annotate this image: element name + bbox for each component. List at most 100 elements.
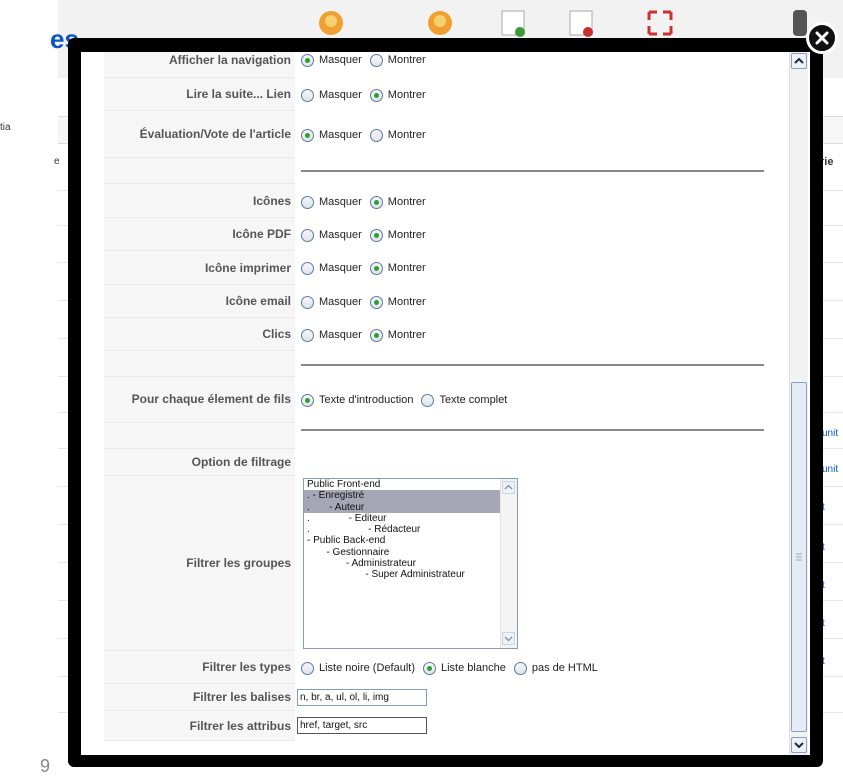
param-label: Icônes [104, 184, 295, 218]
radio-label: Montrer [387, 296, 426, 308]
radio-label: Montrer [387, 89, 426, 101]
radio-button[interactable] [301, 261, 314, 275]
param-options: Texte d'introduction Texte complet [301, 391, 515, 409]
radio-label: Masquer [319, 89, 362, 101]
param-row: Filtrer les types Liste noire (Default) … [104, 651, 790, 684]
radio-label: Masquer [319, 296, 362, 308]
param-row: Lire la suite... Lien Masquer Montrer [104, 78, 790, 111]
radio-label: Masquer [319, 262, 362, 274]
radio-label: Masquer [319, 196, 362, 208]
listbox-option[interactable]: - Administrateur [304, 558, 517, 569]
modal-scrollbar[interactable] [789, 52, 808, 755]
listbox-option[interactable]: Public Front-end [304, 479, 517, 490]
toolbar-icon[interactable] [566, 8, 596, 38]
radio-button[interactable] [369, 195, 383, 209]
empty-label [104, 351, 295, 377]
modal-content: Afficher la navigation Masquer Montrer L… [81, 52, 810, 755]
radio-label: Montrer [387, 54, 426, 66]
listbox-option[interactable]: - Super Administrateur [304, 569, 517, 580]
param-row: Filtrer les attribus href, target, src [104, 711, 790, 741]
param-label: Pour chaque élement de fils [104, 377, 295, 423]
radio-button[interactable] [301, 661, 314, 675]
radio-button[interactable] [301, 295, 314, 309]
param-options: Masquer Montrer [301, 126, 434, 144]
listbox-option[interactable]: . - Enregistré [304, 490, 517, 502]
radio-button[interactable] [301, 53, 314, 67]
param-row: Clics Masquer Montrer [104, 318, 790, 351]
separator [301, 364, 764, 366]
param-label: Option de filtrage [104, 449, 295, 476]
param-label: Filtrer les groupes [104, 476, 295, 651]
param-label: Icône imprimer [104, 251, 295, 285]
radio-button[interactable] [423, 661, 436, 675]
param-row: Icône imprimer Masquer Montrer [104, 251, 790, 285]
param-options: Masquer Montrer [301, 326, 434, 344]
listbox-option[interactable]: . - Rédacteur [304, 524, 517, 535]
radio-label: Liste noire (Default) [319, 662, 415, 674]
param-row: Pour chaque élement de fils Texte d'intr… [104, 377, 790, 423]
param-label: Clics [104, 318, 295, 351]
separator-row [104, 351, 790, 377]
param-label: Afficher la navigation [104, 52, 295, 78]
param-label: Lire la suite... Lien [104, 78, 295, 111]
param-row: Filtrer les balises n, br, a, ul, ol, li… [104, 684, 790, 711]
radio-label: Liste blanche [441, 662, 506, 674]
radio-button[interactable] [369, 261, 383, 275]
toolbar-icon[interactable] [645, 8, 675, 38]
listbox-option[interactable]: . - Auteur [304, 501, 517, 513]
param-row: Évaluation/Vote de l'article Masquer Mon… [104, 111, 790, 158]
param-row: Icônes Masquer Montrer [104, 184, 790, 218]
arrow-up-icon[interactable] [791, 53, 807, 69]
param-label: Filtrer les balises [104, 684, 295, 711]
radio-button[interactable] [421, 393, 435, 407]
toolbar-icon[interactable] [316, 8, 346, 38]
radio-button[interactable] [513, 661, 527, 675]
param-options: Masquer Montrer [301, 52, 434, 69]
radio-button[interactable] [369, 128, 383, 142]
background-text: 9 [40, 756, 51, 776]
arrow-up-icon[interactable] [502, 481, 515, 494]
radio-label: Masquer [319, 329, 362, 341]
arrow-down-icon[interactable] [502, 632, 515, 645]
param-options: Masquer Montrer [301, 293, 434, 311]
radio-label: Texte complet [439, 394, 508, 406]
groups-listbox[interactable]: Public Front-end . - Enregistré . - Aute… [303, 478, 518, 649]
param-options: Masquer Montrer [301, 226, 434, 244]
radio-label: Montrer [387, 129, 426, 141]
param-row: Icône PDF Masquer Montrer [104, 218, 790, 251]
radio-button[interactable] [369, 228, 383, 242]
radio-button[interactable] [301, 195, 314, 209]
toolbar-icon[interactable] [425, 8, 455, 38]
close-icon[interactable] [806, 22, 838, 54]
background-link[interactable]: unit [822, 464, 838, 475]
radio-button[interactable] [369, 295, 383, 309]
separator [301, 170, 764, 172]
radio-button[interactable] [301, 88, 314, 102]
radio-label: pas de HTML [531, 662, 598, 674]
radio-button[interactable] [301, 393, 314, 407]
empty-label [104, 158, 295, 184]
param-options: Masquer Montrer [301, 86, 434, 104]
param-label: Filtrer les types [104, 651, 295, 684]
radio-button[interactable] [369, 53, 383, 67]
radio-button[interactable] [369, 88, 383, 102]
listbox-option[interactable]: - Public Back-end [304, 535, 517, 546]
tags-input[interactable]: n, br, a, ul, ol, li, img [297, 689, 427, 706]
listbox-scrollbar[interactable] [500, 479, 517, 648]
radio-button[interactable] [369, 328, 383, 342]
scrollbar-thumb[interactable] [791, 382, 807, 732]
param-options: Liste noire (Default) Liste blanche pas … [301, 659, 606, 677]
radio-button[interactable] [301, 228, 314, 242]
attribs-input[interactable]: href, target, src [297, 717, 427, 734]
listbox-option[interactable]: - Gestionnaire [304, 547, 517, 558]
arrow-down-icon[interactable] [791, 737, 807, 753]
radio-label: Montrer [387, 229, 426, 241]
param-options: Masquer Montrer [301, 259, 434, 277]
listbox-option[interactable]: . - Editeur [304, 513, 517, 524]
background-link[interactable]: unit [822, 428, 838, 439]
toolbar-icon[interactable] [498, 8, 528, 38]
param-label: Icône PDF [104, 218, 295, 251]
radio-button[interactable] [301, 128, 314, 142]
radio-button[interactable] [301, 328, 314, 342]
radio-label: Montrer [387, 262, 426, 274]
